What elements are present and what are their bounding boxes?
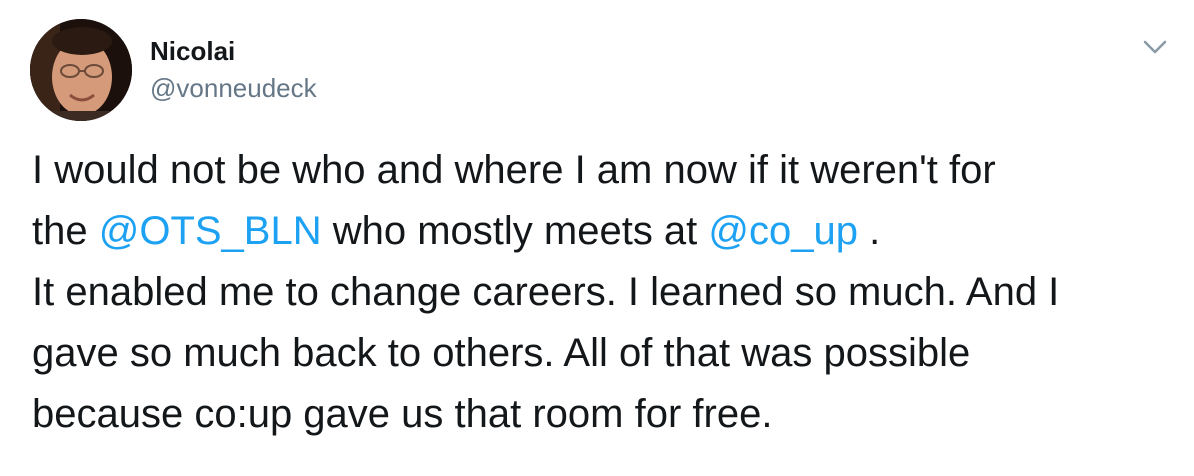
tweet-line: It enabled me to change careers. I learn… <box>32 270 1060 314</box>
author-name[interactable]: Nicolai <box>150 36 235 66</box>
avatar-image <box>30 19 132 121</box>
avatar[interactable] <box>30 19 132 121</box>
mention-link-co-up[interactable]: @co_up <box>708 209 858 253</box>
tweet-text: I would not be who and where I am now if… <box>32 140 1172 445</box>
tweet-line: the @OTS_BLN who mostly meets at @co_up … <box>32 201 1172 262</box>
tweet-text-segment: the <box>32 209 99 253</box>
tweet-text-segment: . <box>858 209 881 253</box>
author-handle[interactable]: @vonneudeck <box>150 73 317 103</box>
tweet-card: Nicolai @vonneudeck I would not be who a… <box>0 0 1194 476</box>
chevron-down-icon[interactable] <box>1142 34 1168 60</box>
tweet-line: because co:up gave us that room for free… <box>32 392 773 436</box>
tweet-line: I would not be who and where I am now if… <box>32 148 996 192</box>
tweet-text-segment: who mostly meets at <box>321 209 709 253</box>
mention-link-ots-bln[interactable]: @OTS_BLN <box>99 209 322 253</box>
tweet-line: gave so much back to others. All of that… <box>32 331 971 375</box>
